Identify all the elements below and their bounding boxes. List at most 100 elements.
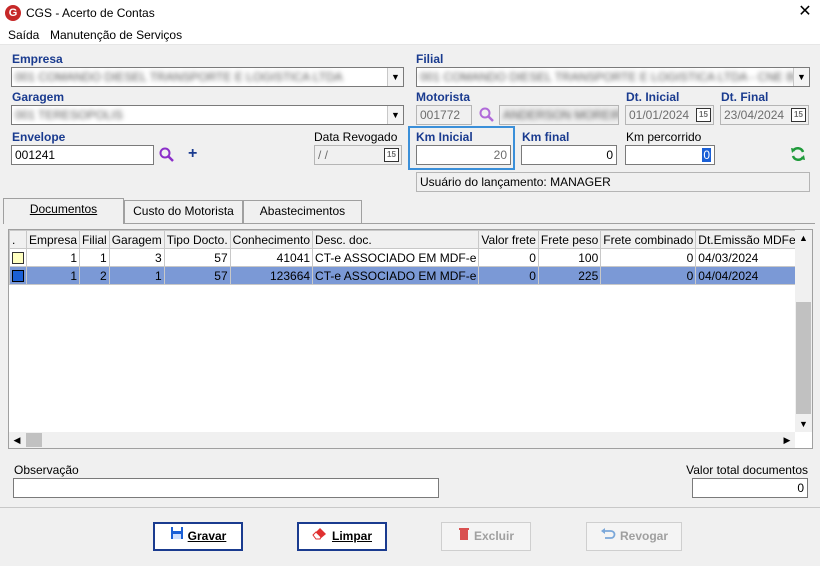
cell-tipo-docto: 57 <box>163 248 231 267</box>
cell-frete-peso: 100 <box>537 248 602 267</box>
dt-final-value: 23/04/2024 <box>724 108 785 122</box>
km-final-field[interactable]: 0 <box>521 145 617 165</box>
cell-valor-frete: 0 <box>478 248 539 267</box>
dt-inicial-field[interactable]: 01/01/2024 15 <box>625 105 714 125</box>
cell-tipo-docto: 57 <box>163 266 231 285</box>
revogar-label: Revogar <box>619 529 669 543</box>
cell-filial: 1 <box>79 248 110 267</box>
cell-empresa: 1 <box>25 248 81 267</box>
motorista-name-field[interactable]: ANDERSON MOREIRA <box>499 105 619 125</box>
column-header[interactable]: Empresa <box>25 230 81 249</box>
column-header[interactable]: Valor frete <box>478 230 539 249</box>
km-inicial-field[interactable]: 20 <box>416 145 511 165</box>
tab-abastecimentos-label: Abastecimentos <box>259 204 346 218</box>
cell-filial: 2 <box>79 266 110 285</box>
column-header[interactable]: Dt.Emissão MDFe <box>695 230 799 249</box>
scroll-down-icon[interactable]: ▼ <box>795 416 812 432</box>
checkbox-icon[interactable] <box>12 270 24 283</box>
cell-empresa: 1 <box>25 266 81 285</box>
window-title: CGS - Acerto de Contas <box>26 6 155 20</box>
add-icon[interactable]: + <box>188 146 202 162</box>
trash-icon <box>458 523 470 550</box>
filial-value: 001 COMANDO DIESEL TRANSPORTE E LOGISTIC… <box>420 70 810 84</box>
cell-garagem: 3 <box>108 248 165 267</box>
refresh-icon[interactable] <box>789 145 807 163</box>
documents-table: . Empresa Filial Garagem Tipo Docto. Con… <box>9 230 812 285</box>
garagem-label: Garagem <box>12 90 65 104</box>
calendar-icon[interactable]: 15 <box>384 148 399 162</box>
row-checkbox[interactable] <box>9 248 27 267</box>
gravar-button[interactable]: Gravar <box>153 522 243 551</box>
motorista-search-icon[interactable] <box>478 106 496 124</box>
documents-grid[interactable]: . Empresa Filial Garagem Tipo Docto. Con… <box>8 229 813 449</box>
revogar-button[interactable]: Revogar <box>586 522 682 551</box>
close-icon[interactable]: ✕ <box>796 3 814 21</box>
chevron-down-icon[interactable]: ▼ <box>387 68 403 86</box>
envelope-field[interactable]: 001241 <box>11 145 154 165</box>
tab-documentos[interactable]: Documentos <box>3 198 124 224</box>
horizontal-scrollbar[interactable]: ◀ ▶ <box>9 432 795 448</box>
data-revogado-field[interactable]: / / 15 <box>314 145 402 165</box>
divider <box>0 507 820 508</box>
column-header[interactable]: Frete peso <box>537 230 602 249</box>
data-revogado-value: / / <box>318 148 329 162</box>
title-bar: G CGS - Acerto de Contas ✕ <box>0 0 820 26</box>
gravar-label: Gravar <box>187 529 227 543</box>
empresa-value: 001 COMANDO DIESEL TRANSPORTE E LOGISTIC… <box>15 70 343 84</box>
usuario-lancamento: Usuário do lançamento: MANAGER <box>416 172 810 192</box>
valor-total-field[interactable]: 0 <box>692 478 808 498</box>
chevron-down-icon[interactable]: ▼ <box>793 68 809 86</box>
save-icon <box>170 524 184 549</box>
table-row-selected[interactable]: 1 2 1 57 123664 CT-e ASSOCIADO EM MDF-e … <box>9 266 812 285</box>
envelope-search-icon[interactable] <box>158 146 176 164</box>
chevron-down-icon[interactable]: ▼ <box>387 106 403 124</box>
column-header[interactable]: Desc. doc. <box>312 230 480 249</box>
row-checkbox[interactable] <box>9 266 27 285</box>
dt-final-field[interactable]: 23/04/2024 15 <box>720 105 809 125</box>
vertical-scroll-thumb[interactable] <box>796 302 811 414</box>
km-inicial-label: Km Inicial <box>416 130 473 144</box>
tab-custo-motorista[interactable]: Custo do Motorista <box>124 200 243 223</box>
excluir-label: Excluir <box>473 529 515 543</box>
km-percorrido-label: Km percorrido <box>626 130 702 144</box>
column-header[interactable]: . <box>9 230 27 249</box>
motorista-name-value: ANDERSON MOREIRA <box>503 108 619 122</box>
cell-frete-combinado: 0 <box>600 248 697 267</box>
scroll-left-icon[interactable]: ◀ <box>9 432 25 448</box>
calendar-icon[interactable]: 15 <box>791 108 806 122</box>
menu-item-saida[interactable]: Saída <box>8 28 39 42</box>
cell-desc-doc: CT-e ASSOCIADO EM MDF-e <box>312 248 480 267</box>
motorista-code-field[interactable]: 001772 <box>416 105 472 125</box>
excluir-button[interactable]: Excluir <box>441 522 531 551</box>
empresa-select[interactable]: 001 COMANDO DIESEL TRANSPORTE E LOGISTIC… <box>11 67 404 87</box>
column-header[interactable]: Filial <box>79 230 110 249</box>
cell-dt-emissao: 04/04/2024 <box>695 266 799 285</box>
observacao-label: Observação <box>14 463 79 477</box>
vertical-scrollbar[interactable]: ▲ ▼ <box>795 230 812 432</box>
cell-frete-combinado: 0 <box>600 266 697 285</box>
column-header[interactable]: Frete combinado <box>600 230 697 249</box>
garagem-select[interactable]: 001 TERESOPOLIS ▼ <box>11 105 404 125</box>
column-header[interactable]: Conhecimento <box>229 230 314 249</box>
tab-abastecimentos[interactable]: Abastecimentos <box>243 200 362 223</box>
km-final-label: Km final <box>522 130 570 144</box>
table-row[interactable]: 1 1 3 57 41041 CT-e ASSOCIADO EM MDF-e 0… <box>9 248 812 267</box>
menu-item-manutencao-servicos[interactable]: Manutenção de Serviços <box>50 28 182 42</box>
calendar-icon[interactable]: 15 <box>696 108 711 122</box>
filial-select[interactable]: 001 COMANDO DIESEL TRANSPORTE E LOGISTIC… <box>416 67 810 87</box>
limpar-button[interactable]: Limpar <box>297 522 387 551</box>
horizontal-scroll-thumb[interactable] <box>26 433 42 447</box>
table-header-row: . Empresa Filial Garagem Tipo Docto. Con… <box>9 230 812 249</box>
observacao-field[interactable] <box>13 478 439 498</box>
app-logo-icon: G <box>5 5 21 21</box>
scroll-up-icon[interactable]: ▲ <box>795 230 812 246</box>
limpar-label: Limpar <box>331 529 372 543</box>
data-revogado-label: Data Revogado <box>314 130 398 144</box>
km-percorrido-field[interactable]: 0 <box>625 145 715 165</box>
envelope-label: Envelope <box>12 130 66 144</box>
scroll-right-icon[interactable]: ▶ <box>779 432 795 448</box>
checkbox-icon[interactable] <box>12 252 24 265</box>
km-percorrido-value: 0 <box>702 148 711 162</box>
column-header[interactable]: Tipo Docto. <box>163 230 231 249</box>
column-header[interactable]: Garagem <box>108 230 165 249</box>
